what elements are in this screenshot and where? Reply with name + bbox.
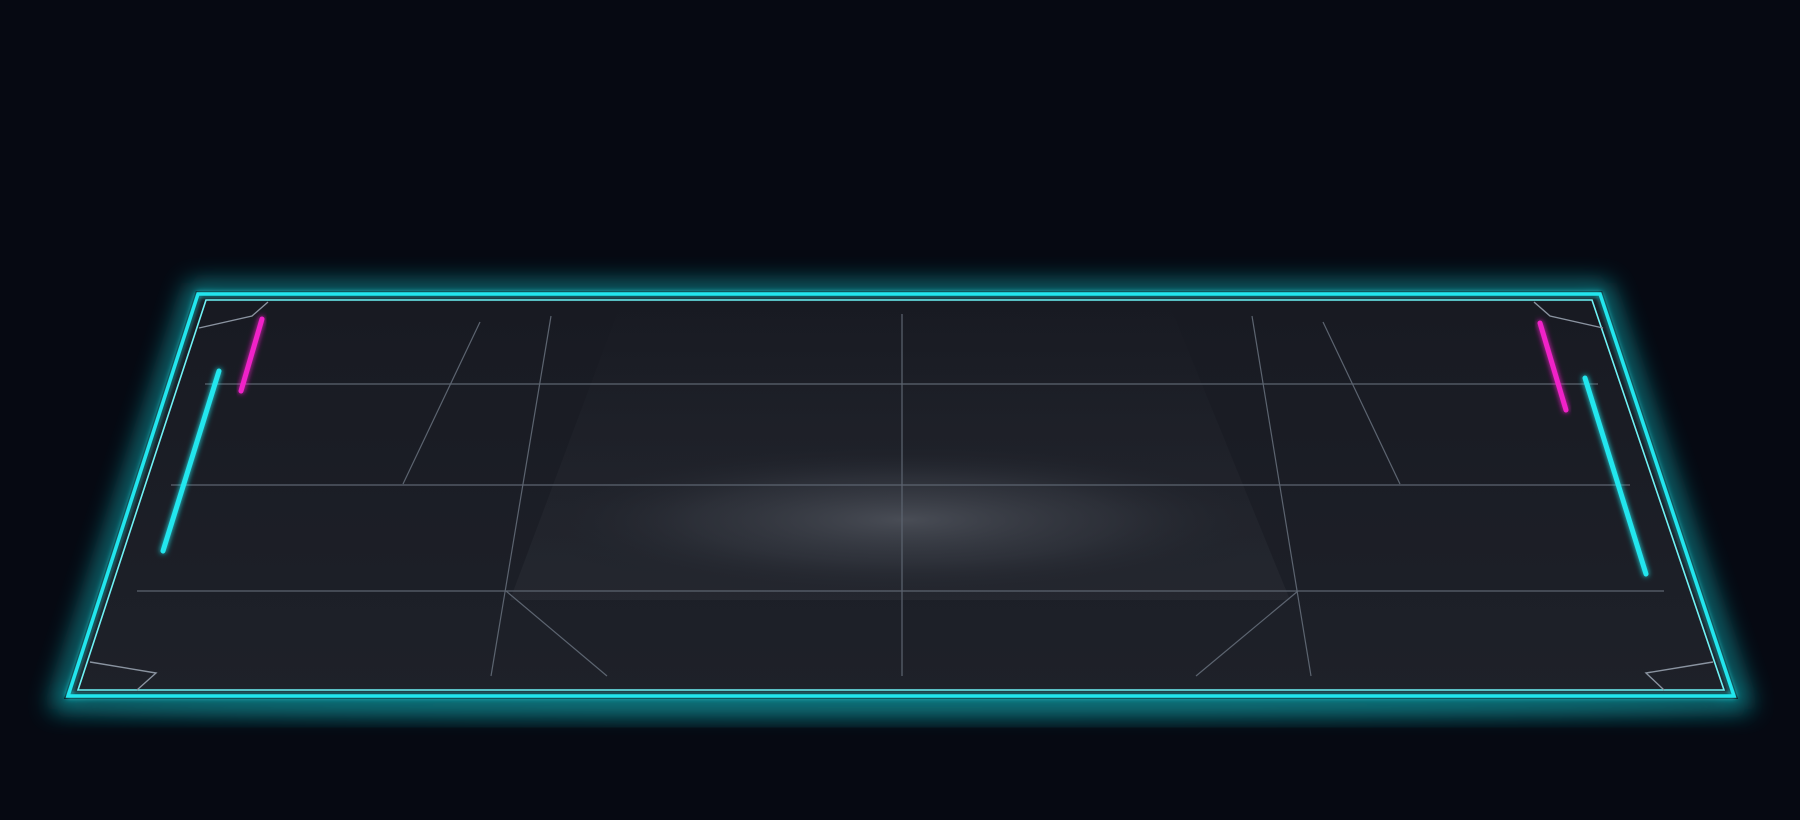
arena-scene bbox=[49, 283, 1753, 721]
center-spotlight bbox=[525, 442, 1285, 598]
